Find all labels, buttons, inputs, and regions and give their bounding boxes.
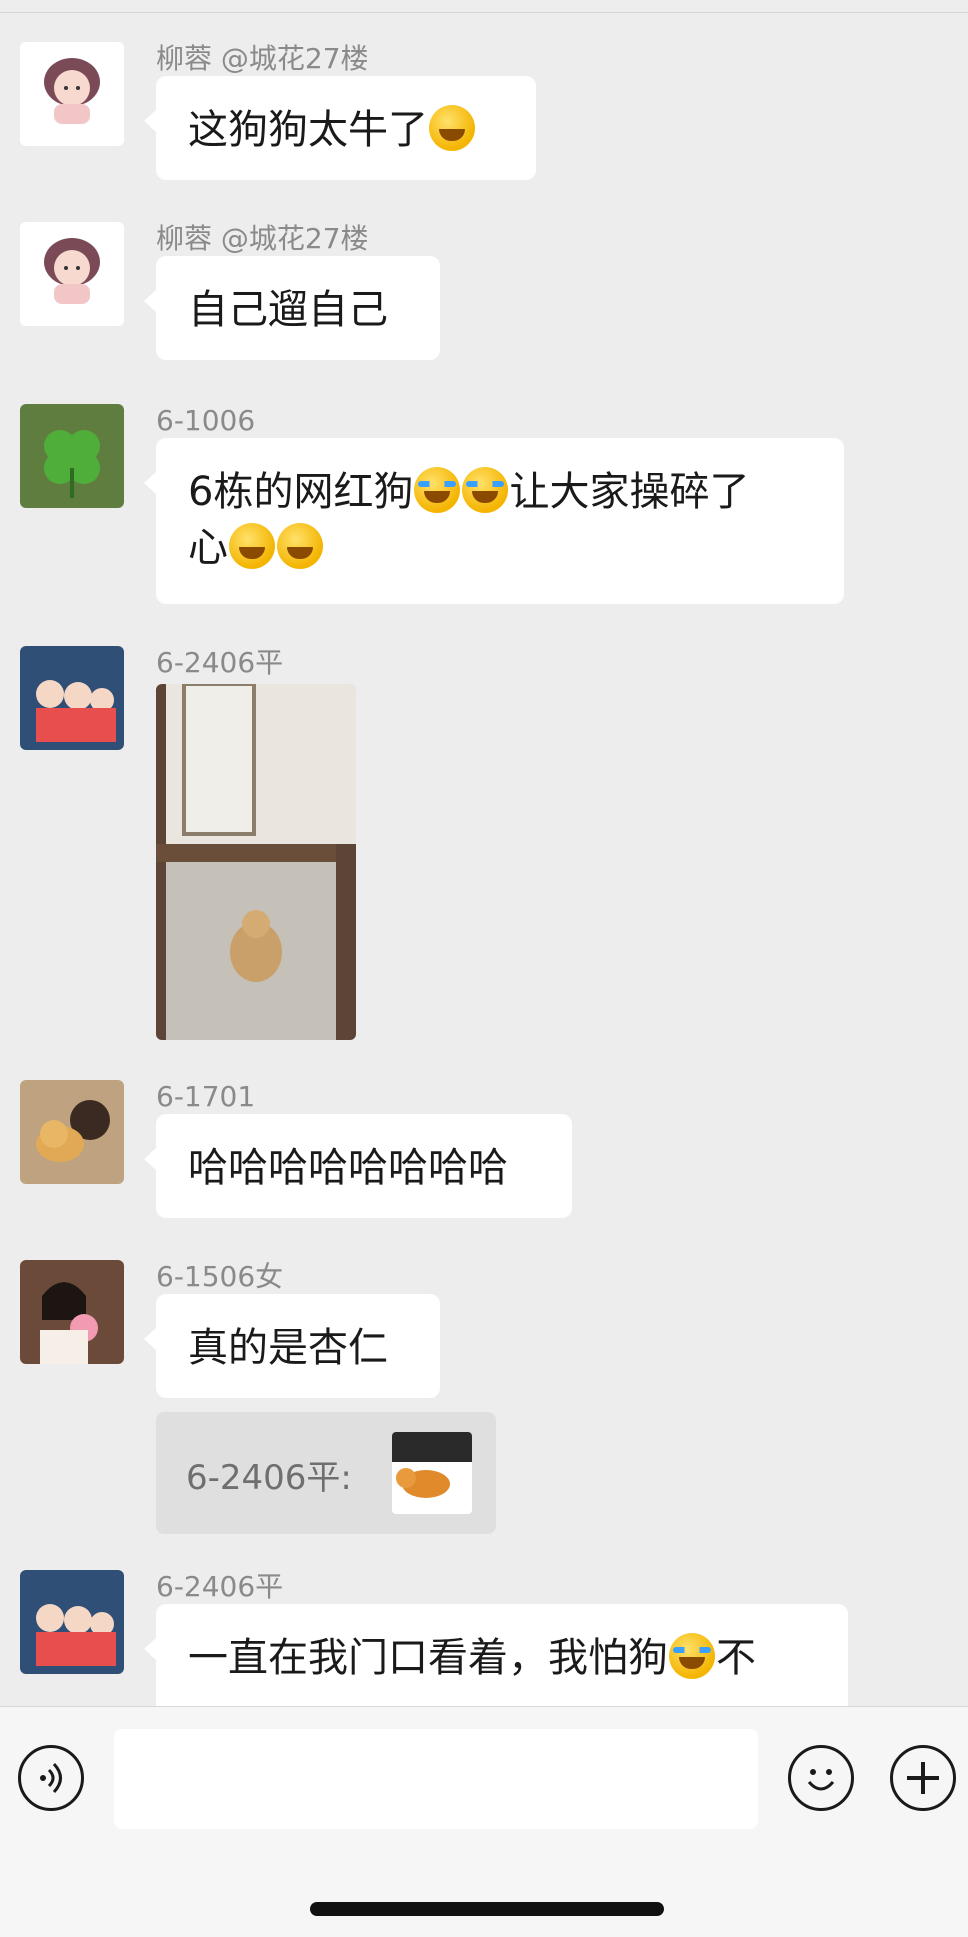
- quote-thumbnail[interactable]: [392, 1432, 472, 1514]
- sender-name: 柳蓉 @城花27楼: [156, 42, 369, 75]
- sender-name: 6-1701: [156, 1080, 256, 1113]
- message-line: 6栋的网红狗 让大家操碎了: [188, 464, 812, 520]
- message-text: 真的是杏仁: [188, 1325, 388, 1371]
- message-text: 哈哈哈哈哈哈哈哈: [188, 1145, 508, 1191]
- avatar[interactable]: [20, 646, 124, 750]
- divider: [0, 12, 968, 13]
- sender-name: 6-1506女: [156, 1260, 284, 1293]
- message-line: 心: [188, 520, 812, 576]
- message-text: 心: [188, 525, 228, 571]
- dog-at-door-photo[interactable]: [156, 684, 356, 1040]
- avatar[interactable]: [20, 1570, 124, 1674]
- message-text: 自己遛自己: [188, 287, 388, 333]
- quoted-message[interactable]: 6-2406平:: [156, 1412, 496, 1534]
- message-bubble[interactable]: 6栋的网红狗 让大家操碎了 心: [144, 438, 844, 604]
- laughing-tears-emoji-icon: [229, 523, 275, 569]
- message-text: 不: [716, 1635, 756, 1681]
- avatar[interactable]: [20, 222, 124, 326]
- chat-area[interactable]: 柳蓉 @城花27楼 这狗狗太牛了 柳蓉 @城花27楼 自己遛自己 6-1006 …: [0, 0, 968, 1706]
- message-bubble[interactable]: 自己遛自己: [144, 256, 440, 360]
- sender-name: 6-1006: [156, 404, 256, 437]
- laughing-tears-emoji-icon: [277, 523, 323, 569]
- crying-face-emoji-icon: [669, 1633, 715, 1679]
- message-text: 这狗狗太牛了: [188, 107, 428, 153]
- quote-text: 6-2406平:: [186, 1458, 352, 1498]
- message-bubble[interactable]: 哈哈哈哈哈哈哈哈: [144, 1114, 572, 1218]
- avatar[interactable]: [20, 404, 124, 508]
- message-bubble[interactable]: 一直在我门口看着，我怕狗 不: [144, 1604, 848, 1706]
- sender-name: 6-2406平: [156, 1570, 284, 1603]
- crying-face-emoji-icon: [414, 467, 461, 513]
- home-indicator[interactable]: [310, 1902, 664, 1916]
- message-text: 让大家操碎了: [509, 469, 750, 515]
- avatar[interactable]: [20, 42, 124, 146]
- message-text: 一直在我门口看着，我怕狗: [188, 1635, 668, 1681]
- voice-icon[interactable]: [18, 1745, 84, 1811]
- crying-face-emoji-icon: [462, 467, 509, 513]
- message-bubble[interactable]: 真的是杏仁: [144, 1294, 440, 1398]
- sender-name: 柳蓉 @城花27楼: [156, 222, 369, 255]
- message-bubble[interactable]: 这狗狗太牛了: [144, 76, 536, 180]
- avatar[interactable]: [20, 1260, 124, 1364]
- plus-icon[interactable]: [890, 1745, 956, 1811]
- sender-name: 6-2406平: [156, 646, 284, 679]
- message-text: 6栋的网红狗: [188, 469, 414, 515]
- emoji-icon[interactable]: [788, 1745, 854, 1811]
- message-input[interactable]: [114, 1729, 758, 1829]
- laughing-tears-emoji-icon: [429, 105, 475, 151]
- avatar[interactable]: [20, 1080, 124, 1184]
